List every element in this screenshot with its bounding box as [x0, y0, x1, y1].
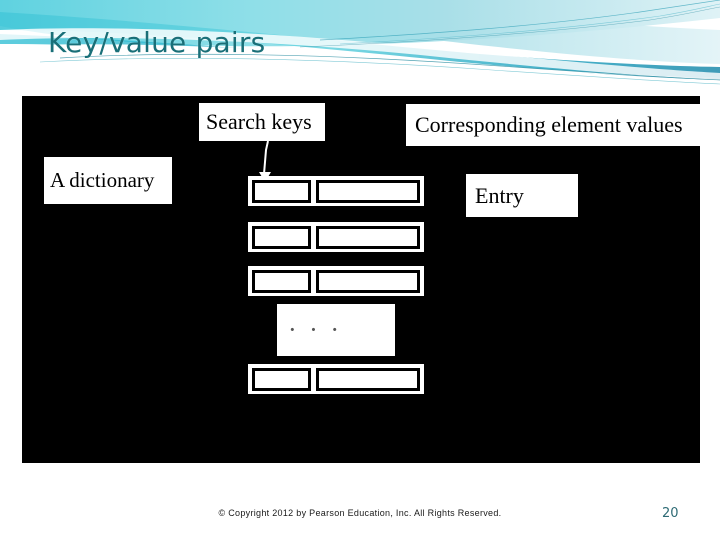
page-title: Key/value pairs	[48, 26, 266, 59]
value-box	[316, 179, 420, 203]
dictionary-entry-row	[248, 364, 424, 394]
ellipsis-block: · · ·	[277, 304, 395, 356]
value-box	[316, 225, 420, 249]
page-number: 20	[662, 506, 679, 521]
dictionary-diagram: Search keys Corresponding element values…	[22, 96, 700, 463]
dictionary-entry-row	[248, 222, 424, 252]
key-box	[252, 225, 311, 249]
value-box	[316, 269, 420, 293]
caption-entry: Entry	[466, 174, 578, 217]
dictionary-entry-row	[248, 176, 424, 206]
slide: Key/value pairs Search keys Correspondin…	[0, 0, 720, 540]
caption-a-dictionary: A dictionary	[44, 157, 172, 204]
key-box	[252, 269, 311, 293]
caption-corresponding-element-values: Corresponding element values	[406, 104, 700, 146]
dictionary-entry-row	[248, 266, 424, 296]
copyright-notice: © Copyright 2012 by Pearson Education, I…	[218, 508, 502, 518]
key-box	[252, 367, 311, 391]
caption-search-keys: Search keys	[199, 103, 325, 141]
key-box	[252, 179, 311, 203]
value-box	[316, 367, 420, 391]
